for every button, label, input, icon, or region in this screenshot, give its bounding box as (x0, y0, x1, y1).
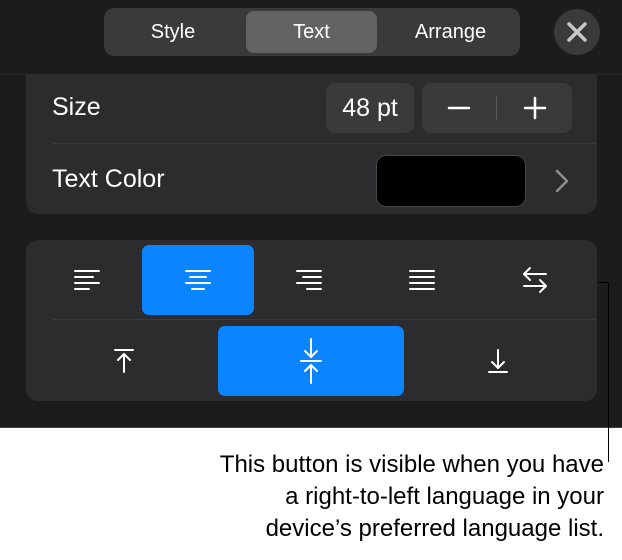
tab-text[interactable]: Text (246, 11, 377, 53)
text-color-label: Text Color (52, 165, 165, 193)
callout-line: This button is visible when you have (219, 451, 604, 478)
align-top-button[interactable] (50, 326, 198, 396)
align-middle-icon (300, 338, 322, 384)
tab-bar: Style Text Arrange (104, 8, 520, 56)
callout-line: a right-to-left language in your (285, 483, 604, 510)
align-left-button[interactable] (32, 245, 142, 315)
alignment-row-divider (52, 319, 597, 320)
size-value-field[interactable]: 48 pt (326, 83, 414, 133)
size-color-card: Size 48 pt Text Color (26, 74, 597, 214)
align-right-button[interactable] (254, 245, 364, 315)
callout-leader-line (608, 282, 609, 462)
close-icon (567, 22, 587, 42)
callout-line: device’s preferred language list. (265, 515, 604, 542)
text-direction-icon (523, 267, 547, 293)
format-panel: Style Text Arrange Size 48 pt Text Color (0, 0, 622, 428)
tab-style[interactable]: Style (107, 11, 239, 53)
justify-button[interactable] (366, 245, 478, 315)
minus-icon (447, 106, 471, 110)
justify-icon (409, 270, 435, 290)
text-color-chevron-button[interactable] (554, 168, 570, 194)
align-bottom-button[interactable] (424, 326, 572, 396)
align-center-button[interactable] (142, 245, 254, 315)
plus-icon (523, 96, 547, 120)
callout-text: This button is visible when you have a r… (84, 449, 604, 545)
alignment-card (26, 240, 597, 401)
align-center-icon (185, 270, 211, 290)
text-direction-button[interactable] (480, 245, 590, 315)
decrease-size-button[interactable] (422, 83, 496, 133)
size-label: Size (52, 93, 101, 121)
align-left-icon (74, 270, 100, 290)
size-stepper (422, 83, 572, 133)
stepper-divider (496, 96, 497, 120)
chevron-right-icon (555, 169, 569, 193)
row-divider (52, 143, 597, 144)
align-right-icon (296, 270, 322, 290)
close-button[interactable] (554, 9, 600, 55)
align-middle-button[interactable] (218, 326, 404, 396)
increase-size-button[interactable] (498, 83, 572, 133)
align-bottom-icon (488, 349, 508, 373)
align-top-icon (114, 349, 134, 373)
tab-arrange[interactable]: Arrange (384, 11, 517, 53)
text-color-swatch[interactable] (376, 155, 526, 207)
